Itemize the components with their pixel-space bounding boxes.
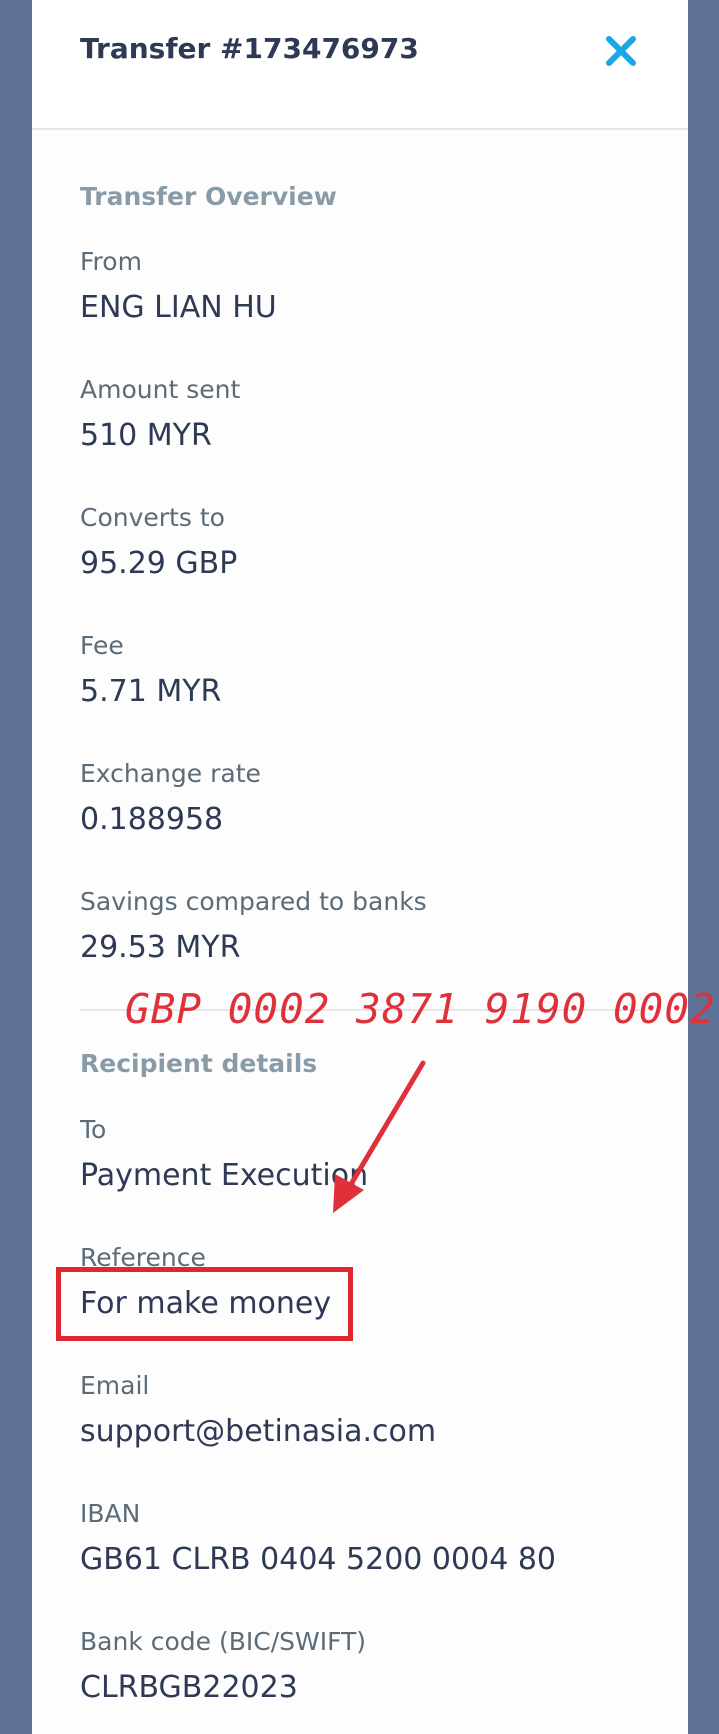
savings-value: 29.53 MYR: [80, 930, 241, 965]
iban-label: IBAN: [80, 1499, 141, 1528]
section-title-recipient-details: Recipient details: [80, 1049, 318, 1078]
to-value: Payment Execution: [80, 1158, 369, 1193]
reference-label: Reference: [80, 1243, 206, 1272]
from-value: ENG LIAN HU: [80, 290, 277, 325]
converts-to-label: Converts to: [80, 503, 225, 532]
email-label: Email: [80, 1371, 150, 1400]
exchange-rate-label: Exchange rate: [80, 759, 261, 788]
iban-value: GB61 CLRB 0404 5200 0004 80: [80, 1542, 556, 1577]
converts-to-value: 95.29 GBP: [80, 546, 238, 581]
fee-value: 5.71 MYR: [80, 674, 222, 709]
to-label: To: [80, 1115, 107, 1144]
from-label: From: [80, 247, 142, 276]
section-divider: [80, 1009, 640, 1011]
close-icon[interactable]: [605, 35, 637, 67]
transfer-details-panel: Transfer #173476973 Transfer Overview Fr…: [32, 0, 688, 1734]
section-title-transfer-overview: Transfer Overview: [80, 182, 337, 211]
exchange-rate-value: 0.188958: [80, 802, 224, 837]
panel-header: Transfer #173476973: [32, 0, 688, 130]
savings-label: Savings compared to banks: [80, 887, 427, 916]
fee-label: Fee: [80, 631, 124, 660]
amount-sent-label: Amount sent: [80, 375, 241, 404]
amount-sent-value: 510 MYR: [80, 418, 212, 453]
page-title: Transfer #173476973: [80, 32, 419, 65]
reference-value: For make money: [80, 1286, 332, 1321]
bank-code-value: CLRBGB22023: [80, 1670, 298, 1705]
bank-code-label: Bank code (BIC/SWIFT): [80, 1627, 367, 1656]
email-value: support@betinasia.com: [80, 1414, 437, 1449]
